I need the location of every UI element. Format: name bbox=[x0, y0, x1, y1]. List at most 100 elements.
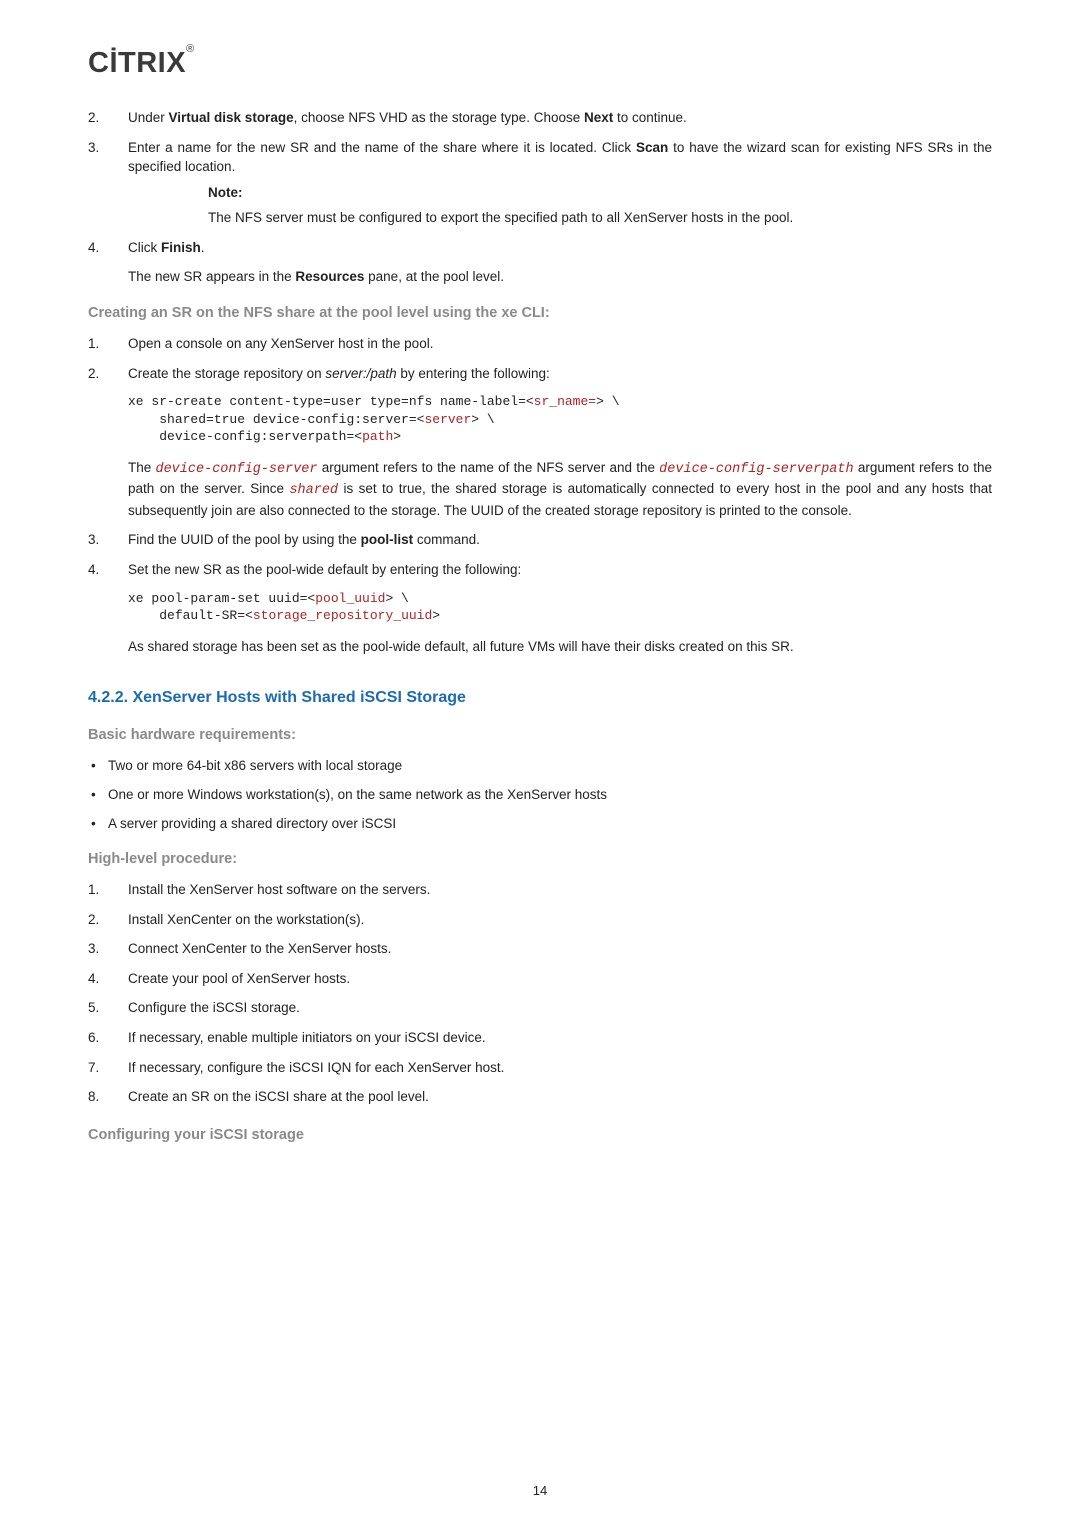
code-param: pool_uuid bbox=[315, 591, 385, 606]
step-number: 4. bbox=[88, 969, 99, 989]
text: to continue. bbox=[613, 110, 687, 125]
mono-italic: device-config-serverpath bbox=[659, 462, 853, 477]
text: Click bbox=[128, 240, 161, 255]
code-text: > \ bbox=[385, 591, 408, 606]
step-number: 2. bbox=[88, 910, 99, 930]
heading-basic-hw: Basic hardware requirements: bbox=[88, 725, 992, 746]
text: Connect XenCenter to the XenServer hosts… bbox=[128, 941, 391, 956]
text: command. bbox=[413, 532, 480, 547]
bold: Scan bbox=[636, 140, 668, 155]
bold: pool-list bbox=[361, 532, 414, 547]
text: The bbox=[128, 460, 155, 475]
list-item: Two or more 64-bit x86 servers with loca… bbox=[88, 756, 992, 776]
code-text: > bbox=[432, 608, 440, 623]
step-number: 2. bbox=[88, 108, 99, 128]
text: Enter a name for the new SR and the name… bbox=[128, 140, 636, 155]
text: If necessary, enable multiple initiators… bbox=[128, 1030, 486, 1045]
step-number: 2. bbox=[88, 364, 99, 384]
list-item: 2. Install XenCenter on the workstation(s… bbox=[88, 910, 992, 930]
code-block-pool-param: xe pool-param-set uuid=<pool_uuid> \ def… bbox=[128, 590, 992, 625]
code-text: device-config:serverpath=< bbox=[128, 429, 362, 444]
code-block-sr-create: xe sr-create content-type=user type=nfs … bbox=[128, 393, 992, 446]
code-param: storage_repository_uuid bbox=[253, 608, 432, 623]
text: Create an SR on the iSCSI share at the p… bbox=[128, 1089, 429, 1104]
hw-list: Two or more 64-bit x86 servers with loca… bbox=[88, 756, 992, 833]
code-text: xe pool-param-set uuid=< bbox=[128, 591, 315, 606]
heading-section-422: 4.2.2. XenServer Hosts with Shared iSCSI… bbox=[88, 686, 992, 709]
cli-step-2-explain: The device-config-server argument refers… bbox=[128, 458, 992, 521]
cli-step-3: 3. Find the UUID of the pool by using th… bbox=[88, 530, 992, 550]
list-item: A server providing a shared directory ov… bbox=[88, 814, 992, 834]
high-level-steps: 1.Install the XenServer host software on… bbox=[88, 880, 992, 1107]
text: One or more Windows workstation(s), on t… bbox=[108, 787, 607, 802]
bold: Next bbox=[584, 110, 613, 125]
note-label: Note: bbox=[208, 185, 243, 200]
text: The new SR appears in the bbox=[128, 269, 295, 284]
code-param: server bbox=[424, 412, 471, 427]
step-number: 5. bbox=[88, 998, 99, 1018]
step-number: 3. bbox=[88, 138, 99, 158]
citrix-logo: CİTRIX® bbox=[88, 42, 992, 84]
cli-step-4-explain: As shared storage has been set as the po… bbox=[128, 637, 992, 657]
note-body: The NFS server must be configured to exp… bbox=[208, 208, 992, 228]
cli-step-2: 2. Create the storage repository on serv… bbox=[88, 364, 992, 384]
text: Configure the iSCSI storage. bbox=[128, 1000, 300, 1015]
code-text: default-SR=< bbox=[128, 608, 253, 623]
step-number: 7. bbox=[88, 1058, 99, 1078]
step-number: 3. bbox=[88, 939, 99, 959]
cli-step-4: 4. Set the new SR as the pool-wide defau… bbox=[88, 560, 992, 580]
heading-high-level: High-level procedure: bbox=[88, 849, 992, 870]
list-item: 3. Connect XenCenter to the XenServer hos… bbox=[88, 939, 992, 959]
list-item: 5. Configure the iSCSI storage. bbox=[88, 998, 992, 1018]
list-item: One or more Windows workstation(s), on t… bbox=[88, 785, 992, 805]
step-number: 4. bbox=[88, 560, 99, 580]
code-text: > \ bbox=[471, 412, 494, 427]
text: argument refers to the name of the NFS s… bbox=[318, 460, 660, 475]
code-text: > \ bbox=[596, 394, 619, 409]
bold: Resources bbox=[295, 269, 364, 284]
italic: server:/path bbox=[325, 366, 396, 381]
list-item: 6. If necessary, enable multiple initiato… bbox=[88, 1028, 992, 1048]
text: Two or more 64-bit x86 servers with loca… bbox=[108, 758, 402, 773]
step-2: 2. Under Virtual disk storage, choose NF… bbox=[88, 108, 992, 128]
text: Install XenCenter on the workstation(s). bbox=[128, 912, 364, 927]
text: Install the XenServer host software on t… bbox=[128, 882, 430, 897]
text: Under bbox=[128, 110, 169, 125]
code-text: shared=true device-config:server=< bbox=[128, 412, 424, 427]
code-text: xe sr-create content-type=user type=nfs … bbox=[128, 394, 534, 409]
step-number: 8. bbox=[88, 1087, 99, 1107]
logo-text: CİTRIX bbox=[88, 47, 186, 79]
list-item: 1.Install the XenServer host software on… bbox=[88, 880, 992, 900]
step-number: 6. bbox=[88, 1028, 99, 1048]
text: pane, at the pool level. bbox=[364, 269, 504, 284]
step-number: 4. bbox=[88, 238, 99, 258]
heading-creating-sr: Creating an SR on the NFS share at the p… bbox=[88, 303, 992, 324]
text: Set the new SR as the pool-wide default … bbox=[128, 562, 521, 577]
mono-italic: shared bbox=[289, 483, 338, 498]
bold: Virtual disk storage bbox=[169, 110, 294, 125]
code-param: sr_name= bbox=[534, 394, 596, 409]
text: Find the UUID of the pool by using the bbox=[128, 532, 361, 547]
text: Open a console on any XenServer host in … bbox=[128, 336, 433, 351]
mono-italic: device-config-server bbox=[155, 462, 317, 477]
text: by entering the following: bbox=[397, 366, 550, 381]
cli-step-1: 1. Open a console on any XenServer host … bbox=[88, 334, 992, 354]
code-param: path bbox=[362, 429, 393, 444]
text: A server providing a shared directory ov… bbox=[108, 816, 396, 831]
text: Create the storage repository on bbox=[128, 366, 325, 381]
page-number: 14 bbox=[0, 1482, 1080, 1501]
list-item: 4. Create your pool of XenServer hosts. bbox=[88, 969, 992, 989]
code-text: > bbox=[393, 429, 401, 444]
step-number: 1. bbox=[88, 334, 99, 354]
heading-configuring-iscsi: Configuring your iSCSI storage bbox=[88, 1125, 992, 1146]
step-3: 3. Enter a name for the new SR and the n… bbox=[88, 138, 992, 228]
step-number: 3. bbox=[88, 530, 99, 550]
text: Create your pool of XenServer hosts. bbox=[128, 971, 350, 986]
step-4: 4. Click Finish. The new SR appears in t… bbox=[88, 238, 992, 287]
bold: Finish bbox=[161, 240, 201, 255]
text: , choose NFS VHD as the storage type. Ch… bbox=[294, 110, 584, 125]
list-item: 8. Create an SR on the iSCSI share at the… bbox=[88, 1087, 992, 1107]
text: If necessary, configure the iSCSI IQN fo… bbox=[128, 1060, 504, 1075]
list-item: 7. If necessary, configure the iSCSI IQN … bbox=[88, 1058, 992, 1078]
text: . bbox=[201, 240, 205, 255]
